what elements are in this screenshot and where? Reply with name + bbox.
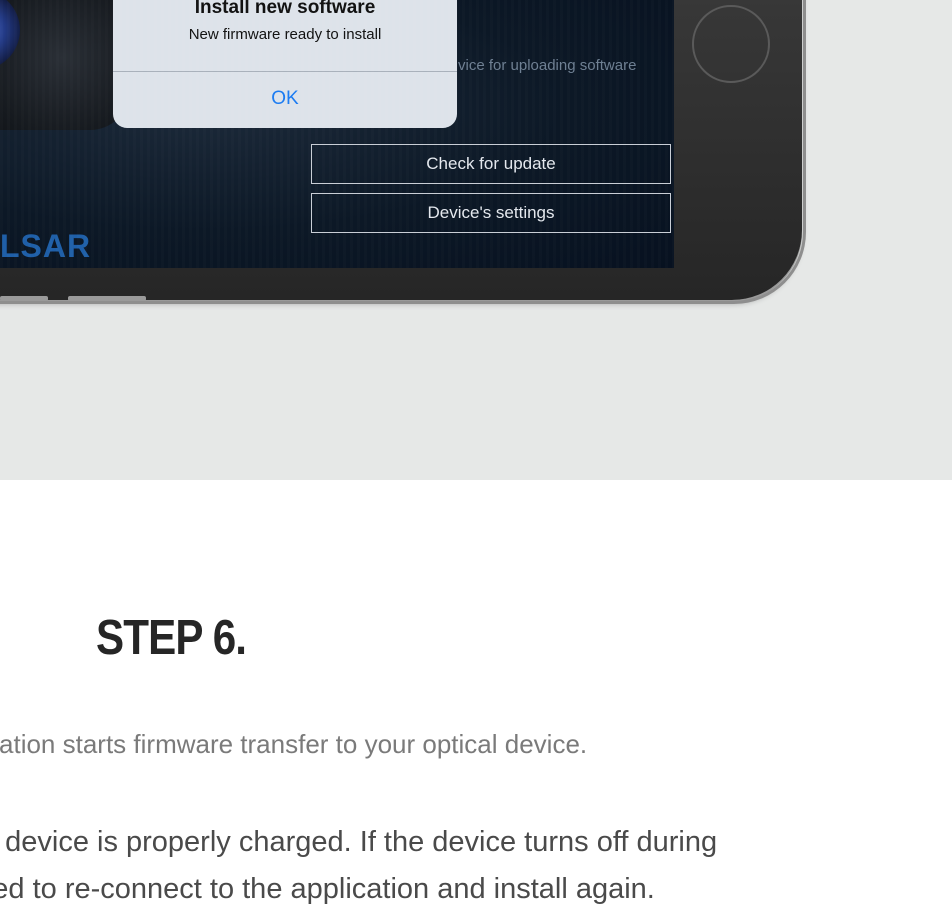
check-for-update-button[interactable]: Check for update (311, 144, 671, 184)
hero-image: LSAR vice for uploading software Check f… (0, 0, 952, 480)
step-paragraph-1: plication starts firmware transfer to yo… (0, 729, 588, 759)
lens-icon (0, 0, 20, 70)
install-alert-dialog: Install new software New firmware ready … (113, 0, 457, 128)
brand-logo: LSAR (0, 228, 92, 264)
phone-side-button (0, 296, 48, 301)
alert-divider (113, 71, 457, 72)
step-paragraph-3: need to re-connect to the application an… (0, 873, 655, 905)
step-heading: STEP 6. (96, 611, 247, 665)
phone-screen: LSAR vice for uploading software Check f… (0, 0, 674, 268)
home-button (692, 5, 770, 83)
upload-hint-text: vice for uploading software (458, 57, 637, 74)
device-image (0, 0, 130, 130)
step-paragraph-2: cal device is properly charged. If the d… (0, 826, 718, 858)
phone-side-button (68, 296, 146, 301)
device-settings-button[interactable]: Device's settings (311, 193, 671, 233)
alert-title: Install new software (194, 0, 376, 18)
alert-ok-button[interactable]: OK (113, 72, 457, 128)
alert-message: New firmware ready to install (188, 26, 382, 43)
